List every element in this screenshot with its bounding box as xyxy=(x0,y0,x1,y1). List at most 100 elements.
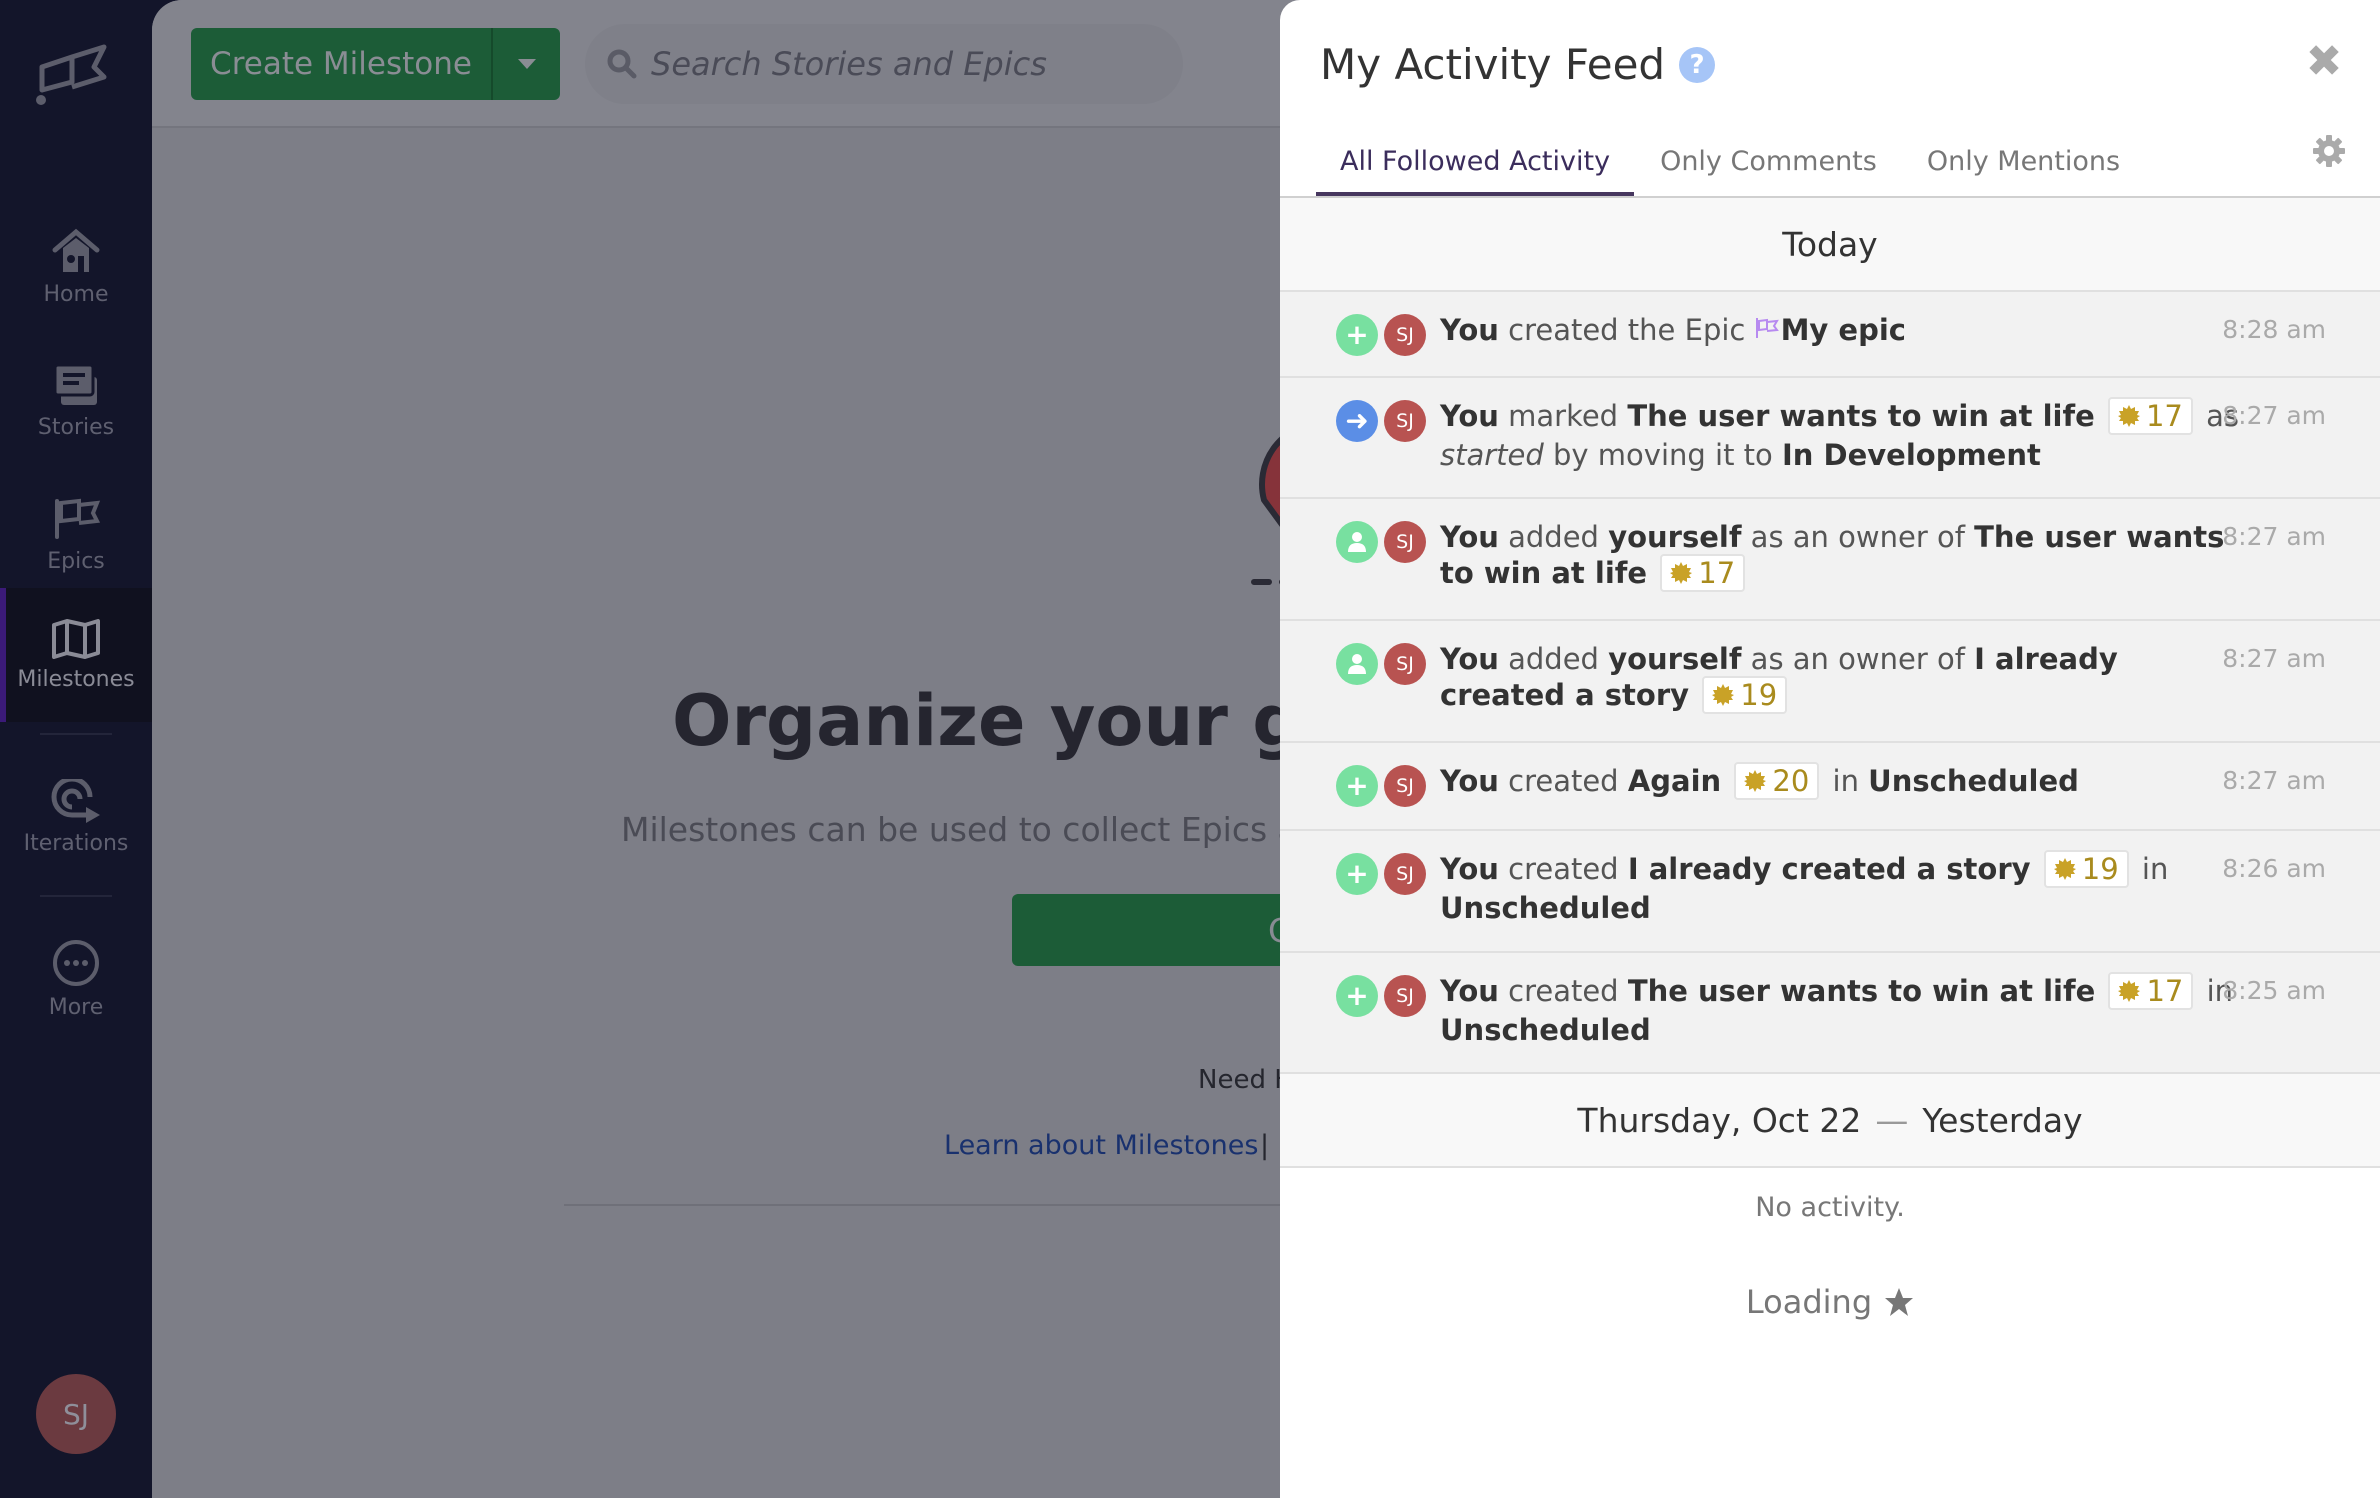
search-input[interactable]: Search Stories and Epics xyxy=(585,24,1183,104)
estimate-badge: 17 xyxy=(1660,554,1746,592)
tab-all-followed-activity[interactable]: All Followed Activity xyxy=(1316,130,1635,198)
map-icon xyxy=(52,618,100,659)
sidebar-item-label: Home xyxy=(43,281,109,307)
estimate-value: 20 xyxy=(1772,764,1810,798)
sidebar-item-epics[interactable]: Epics xyxy=(0,468,152,602)
plus-icon: + xyxy=(1336,314,1378,356)
tab-only-mentions[interactable]: Only Mentions xyxy=(1903,130,2144,198)
avatar: SJ xyxy=(1384,314,1426,356)
avatar: SJ xyxy=(1384,975,1426,1017)
day-dash: — xyxy=(1875,1100,1909,1140)
activity-row[interactable]: ➜ SJ 8:27 am You marked The user wants t… xyxy=(1280,378,2380,499)
avatar: SJ xyxy=(1384,853,1426,895)
estimate-burst-icon xyxy=(1670,562,1693,584)
estimate-burst-icon xyxy=(1712,684,1735,706)
activity-row[interactable]: + SJ 8:26 am You created I already creat… xyxy=(1280,831,2380,953)
estimate-value: 19 xyxy=(2081,852,2119,886)
link-separator: | xyxy=(1260,1130,1270,1161)
sidebar-item-label: Milestones xyxy=(17,666,135,692)
activity-time: 8:27 am xyxy=(2222,644,2326,673)
top-bar: Create Milestone Search Stories and Epic… xyxy=(152,0,1380,128)
actor: You xyxy=(1440,313,1499,347)
epic-link[interactable]: My epic xyxy=(1781,313,1906,347)
estimate-value: 17 xyxy=(1698,556,1736,590)
panel-title-text: My Activity Feed xyxy=(1320,40,1666,89)
estimate-burst-icon xyxy=(2117,405,2140,427)
actor: You xyxy=(1440,852,1499,886)
app-logo-flag-icon[interactable] xyxy=(32,42,122,112)
who: yourself xyxy=(1608,520,1742,554)
search-icon xyxy=(607,49,637,79)
stories-icon xyxy=(53,363,97,405)
day-date: Thursday, Oct 22 xyxy=(1577,1100,1862,1140)
actor: You xyxy=(1440,642,1499,676)
epic-flag-icon xyxy=(1755,318,1779,338)
help-icon[interactable]: ? xyxy=(1679,46,1716,83)
story-link[interactable]: The user wants to win at life xyxy=(1627,399,2094,433)
create-options-dropdown-button[interactable] xyxy=(493,28,560,100)
plus-icon: + xyxy=(1336,853,1378,895)
activity-row[interactable]: + SJ 8:25 am You created The user wants … xyxy=(1280,953,2380,1074)
home-icon xyxy=(52,228,100,272)
feed-tabs: All Followed Activity Only Comments Only… xyxy=(1316,130,2144,198)
text: as an owner of xyxy=(1750,520,1965,554)
panel-title: My Activity Feed ? xyxy=(1320,40,1716,89)
activity-row[interactable]: + SJ 8:28 am You created the Epic My epi… xyxy=(1280,292,2380,378)
user-avatar[interactable]: SJ xyxy=(36,1374,116,1454)
plus-icon: + xyxy=(1336,975,1378,1017)
activity-time: 8:25 am xyxy=(2222,976,2326,1005)
tab-only-comments[interactable]: Only Comments xyxy=(1636,130,1901,198)
story-link[interactable]: Again xyxy=(1628,764,1721,798)
sidebar-item-label: Epics xyxy=(47,548,105,574)
sidebar-item-more[interactable]: More xyxy=(0,912,152,1046)
estimate-burst-icon xyxy=(2118,980,2141,1002)
learn-about-milestones-link[interactable]: Learn about Milestones xyxy=(944,1130,1258,1161)
verb: created xyxy=(1508,852,1619,886)
main-content: Create Milestone Search Stories and Epic… xyxy=(152,0,1380,1498)
gear-icon[interactable] xyxy=(2312,134,2346,168)
day-header-yesterday: Thursday, Oct 22 — Yesterday xyxy=(1280,1074,2380,1168)
text: as an owner of xyxy=(1750,642,1965,676)
sidebar-divider xyxy=(40,733,112,735)
text: in xyxy=(2141,852,2169,886)
story-link[interactable]: I already created a story xyxy=(1628,852,2031,886)
activity-row[interactable]: + SJ 8:27 am You created Again 20 in Uns… xyxy=(1280,743,2380,831)
sidebar-item-iterations[interactable]: Iterations xyxy=(0,750,152,884)
estimate-badge: 17 xyxy=(2108,972,2194,1010)
avatar: SJ xyxy=(1384,765,1426,807)
avatar: SJ xyxy=(1384,643,1426,685)
create-milestone-button[interactable]: Create Milestone xyxy=(191,28,493,100)
actor: You xyxy=(1440,764,1499,798)
sidebar: Home Stories Epics Milestones Iterations… xyxy=(0,0,152,1498)
activity-time: 8:26 am xyxy=(2222,854,2326,883)
sidebar-item-label: More xyxy=(48,994,104,1020)
loading-star-icon xyxy=(1885,1288,1914,1316)
arrow-right-icon: ➜ xyxy=(1336,400,1378,442)
state: started xyxy=(1440,438,1544,472)
iteration-target: Unscheduled xyxy=(1440,1013,1651,1047)
close-icon[interactable]: ✖ xyxy=(2304,40,2344,84)
empty-state-headline: Organize your goals xyxy=(672,680,1380,762)
activity-row[interactable]: SJ 8:27 am You added yourself as an owne… xyxy=(1280,621,2380,743)
activity-time: 8:27 am xyxy=(2222,522,2326,551)
verb: added xyxy=(1508,642,1599,676)
avatar: SJ xyxy=(1384,400,1426,442)
iteration-target: Unscheduled xyxy=(1440,891,1651,925)
sidebar-item-home[interactable]: Home xyxy=(0,200,152,334)
chevron-down-icon xyxy=(517,59,536,69)
verb: marked xyxy=(1508,399,1619,433)
sidebar-item-stories[interactable]: Stories xyxy=(0,334,152,468)
user-icon xyxy=(1336,521,1378,563)
estimate-badge: 19 xyxy=(2043,850,2129,888)
avatar: SJ xyxy=(1384,521,1426,563)
plus-icon: + xyxy=(1336,765,1378,807)
activity-row[interactable]: SJ 8:27 am You added yourself as an owne… xyxy=(1280,499,2380,621)
divider xyxy=(564,1204,1380,1206)
more-icon xyxy=(53,939,99,986)
sidebar-divider xyxy=(40,895,112,897)
story-link[interactable]: The user wants to win at life xyxy=(1628,974,2095,1008)
activity-feed: Today + SJ 8:28 am You created the Epic … xyxy=(1280,198,2380,1332)
verb: created xyxy=(1508,764,1619,798)
sidebar-item-milestones[interactable]: Milestones xyxy=(0,588,152,722)
who: yourself xyxy=(1608,642,1742,676)
